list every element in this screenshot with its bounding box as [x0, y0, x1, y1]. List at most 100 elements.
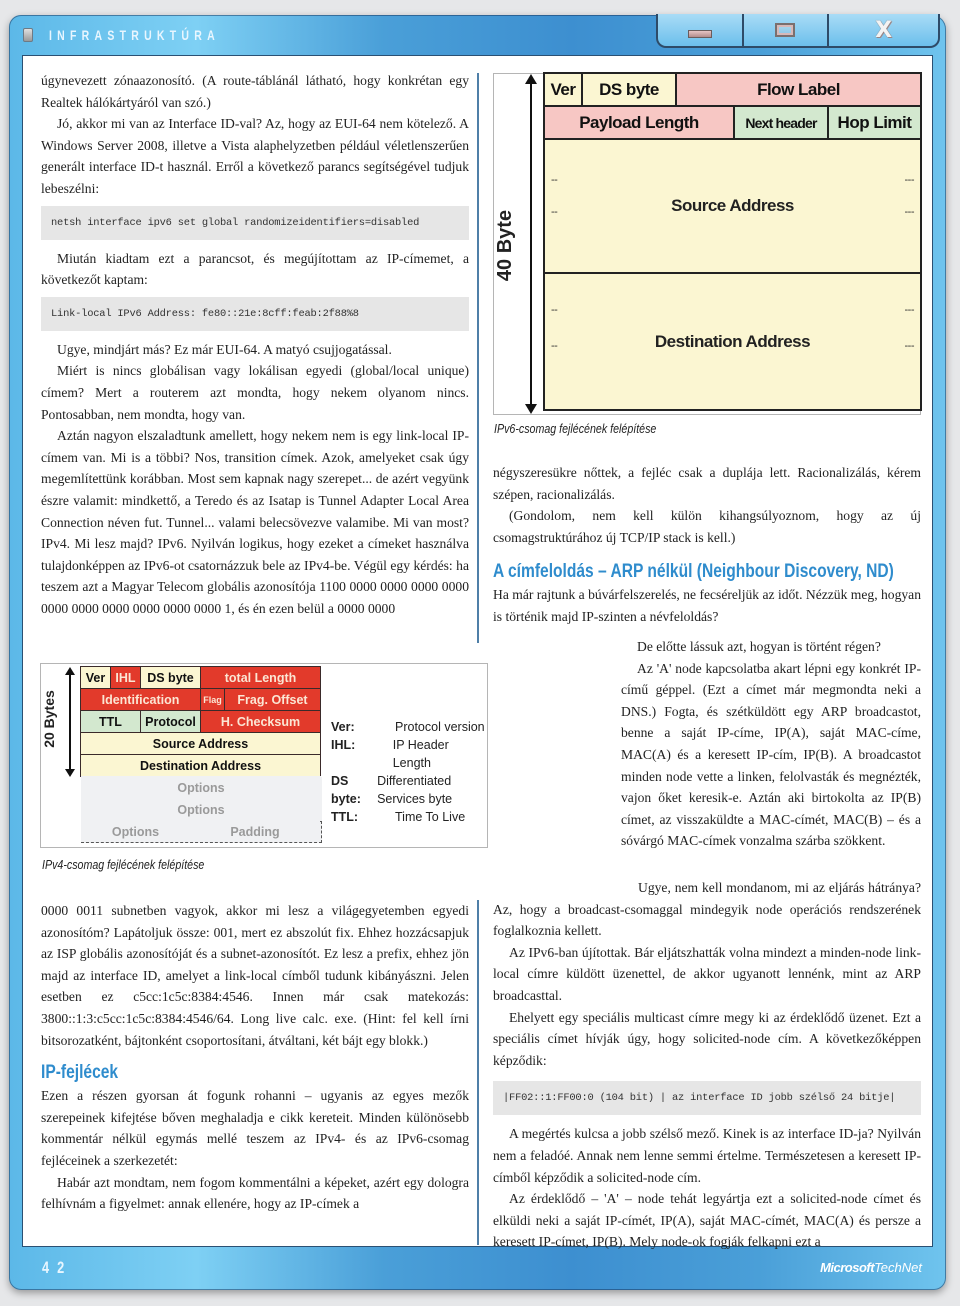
legend-item: Ver: Protocol version — [331, 718, 487, 736]
maximize-button[interactable] — [744, 14, 830, 46]
legend-key: DS byte: — [331, 774, 361, 806]
header-field: Flag — [200, 688, 225, 711]
dash-marker: --- — [904, 304, 915, 316]
ipv6-field-grid: Ver DS byte Flow Label Payload Length Next … — [543, 72, 922, 411]
dash-marker: -- — [551, 174, 558, 186]
header-field: DS byte — [581, 72, 677, 107]
legend-key: IHL: — [331, 738, 356, 752]
options-row: Options — [81, 798, 322, 821]
section-heading: A címfeloldás – ARP nélkül (Neighbour Di… — [493, 561, 894, 583]
paragraph: Aztán nagyon elszaladtunk amellett, hogy… — [41, 428, 469, 616]
field-row: Destination Address — [80, 754, 321, 777]
size-label: 20 Bytes — [40, 690, 57, 748]
paragraph: Ugye, nem kell mondanom, mi az eljárás h… — [493, 880, 921, 939]
paragraph: Az 'A' node kapcsolatba akart lépni egy … — [621, 660, 921, 849]
paragraph: Habár azt mondtam, nem fogom kommentálni… — [41, 1174, 469, 1212]
close-icon: X — [875, 17, 893, 43]
paragraph: Az IPv6-ban újítottak. Bár eljátszhatták… — [493, 944, 921, 1003]
code-block: netsh interface ipv6 set global randomiz… — [41, 205, 469, 240]
header-field: Source Address — [80, 732, 321, 755]
dash-marker: -- — [551, 304, 558, 316]
paragraph: Miért is nincs globálisan vagy lokálisan… — [41, 363, 469, 422]
header-field: Flow Label — [675, 72, 922, 107]
brand-light: TechNet — [874, 1260, 922, 1275]
window-title: INFRASTRUKTÚRA — [49, 27, 220, 43]
header-field: Ver — [543, 72, 583, 107]
section-heading: IP-fejlécek — [41, 1062, 119, 1084]
close-button[interactable]: X — [829, 14, 938, 46]
window-icon — [23, 28, 33, 42]
options-row: Options — [81, 776, 322, 799]
paragraph: Jó, akkor mi van az Interface ID-val? Az… — [41, 116, 469, 196]
field-source-address: -- -- --- --- Source Address — [543, 138, 922, 274]
field-row: Identification Flag Frag. Offset — [80, 688, 321, 711]
minimize-icon — [687, 30, 712, 38]
minimize-button[interactable] — [658, 14, 744, 46]
header-field: Options — [81, 821, 191, 842]
header-field: H. Checksum — [200, 710, 321, 733]
dash-marker: --- — [904, 174, 915, 186]
field-label: Source Address — [671, 196, 794, 215]
field-label: Destination Address — [654, 332, 811, 351]
paragraph: Ha már rajtunk a búvárfelszerelés, ne fe… — [493, 587, 922, 624]
ipv4-field-grid: Ver IHL DS byte total Length Identification F… — [80, 666, 322, 843]
field-row: Payload Length Next header Hop Limit — [543, 105, 922, 140]
field-row: TTL Protocol H. Checksum — [80, 710, 321, 733]
header-field: Options — [81, 798, 321, 821]
header-field: Identification — [80, 688, 201, 711]
options-padding-row: Options Padding — [81, 821, 322, 843]
size-label: 40 Byte — [494, 209, 517, 282]
header-field: Frag. Offset — [224, 688, 321, 711]
paragraph: A megértés kulcsa a jobb szélső mező. Ki… — [493, 1126, 921, 1185]
legend-value: Protocol version — [395, 720, 485, 734]
ipv6-header-figure: 40 Byte Ver DS byte Flow Label Payload Len… — [493, 72, 922, 415]
field-row: Source Address — [80, 732, 321, 755]
paragraph: Az érdeklődő – 'A' – node tehát legyártj… — [493, 1191, 921, 1250]
legend-item: IHL: IP Header Length — [331, 736, 487, 772]
header-field: Next header — [733, 105, 829, 140]
paragraph: négyszeresükre nőttek, a fejléc csak a d… — [493, 465, 921, 502]
header-field: IHL — [110, 666, 141, 689]
left-column: úgynevezett zónaazonosító. (A route-tábl… — [41, 70, 469, 619]
legend-key: Ver: — [331, 720, 355, 734]
code-block: |FF02::1:FF00:0 (104 bit) | az interface… — [493, 1081, 921, 1116]
paragraph: Ehelyett egy speciális multicast címre m… — [493, 1009, 921, 1068]
ipv4-header-figure: 20 Bytes Ver IHL DS byte total Length Identi… — [40, 663, 488, 848]
page-number: 4 2 — [42, 1258, 67, 1277]
paragraph: (Gondolom, nem kell külön kihangsúlyozno… — [493, 508, 921, 545]
header-field: DS byte — [140, 666, 201, 689]
field-destination-address: -- -- --- --- Destination Address — [543, 272, 922, 411]
right-column: négyszeresükre nőttek, a fejléc csak a d… — [493, 462, 921, 628]
header-field: TTL — [80, 710, 141, 733]
ipv4-caption: IPv4-csomag fejlécének felépítése — [42, 857, 205, 872]
legend-item: DS byte: Differentiated Services byte — [331, 772, 487, 808]
ipv6-caption: IPv6-csomag fejlécének felépítése — [494, 421, 657, 436]
double-arrow-icon — [525, 74, 537, 414]
footer: 4 2 MicrosoftTechNet — [9, 1248, 946, 1290]
column-divider — [477, 900, 479, 1245]
header-field: Options — [81, 776, 321, 799]
right-column-lower: Ugye, nem kell mondanom, mi az eljárás h… — [493, 877, 921, 1253]
code-block: Link-local IPv6 Address: fe80::21e:8cff:… — [41, 296, 469, 331]
maximize-icon — [775, 23, 796, 37]
paragraph: Miután kiadtam ezt a parancsot, és megúj… — [41, 250, 469, 288]
legend-item: TTL: Time To Live — [331, 808, 487, 826]
legend-key: TTL: — [331, 810, 359, 824]
column-divider — [477, 73, 479, 643]
legend-value: IP Header Length — [392, 738, 449, 770]
double-arrow-icon — [65, 667, 75, 777]
header-field: Ver — [80, 666, 111, 689]
paragraph: Ezen a részen gyorsan át fogunk rohanni … — [41, 1088, 469, 1168]
left-column-lower: 0000 0011 subnetben vagyok, akkor mi les… — [41, 900, 469, 1215]
header-field: Protocol — [140, 710, 201, 733]
window-controls: X — [656, 14, 940, 48]
field-row: Ver IHL DS byte total Length — [80, 666, 321, 689]
header-field: Payload Length — [543, 105, 735, 140]
ipv4-legend: Ver: Protocol version IHL: IP Header Length… — [331, 718, 487, 826]
right-column-narrow: De előtte lássuk azt, hogyan is történt … — [621, 636, 921, 852]
header-field: Destination Address — [80, 754, 321, 777]
legend-value: Differentiated Services byte — [377, 774, 453, 806]
brand-logo: MicrosoftTechNet — [820, 1260, 922, 1275]
brand-bold: Microsoft — [820, 1260, 875, 1275]
paragraph: 0000 0011 subnetben vagyok, akkor mi les… — [41, 903, 469, 1048]
